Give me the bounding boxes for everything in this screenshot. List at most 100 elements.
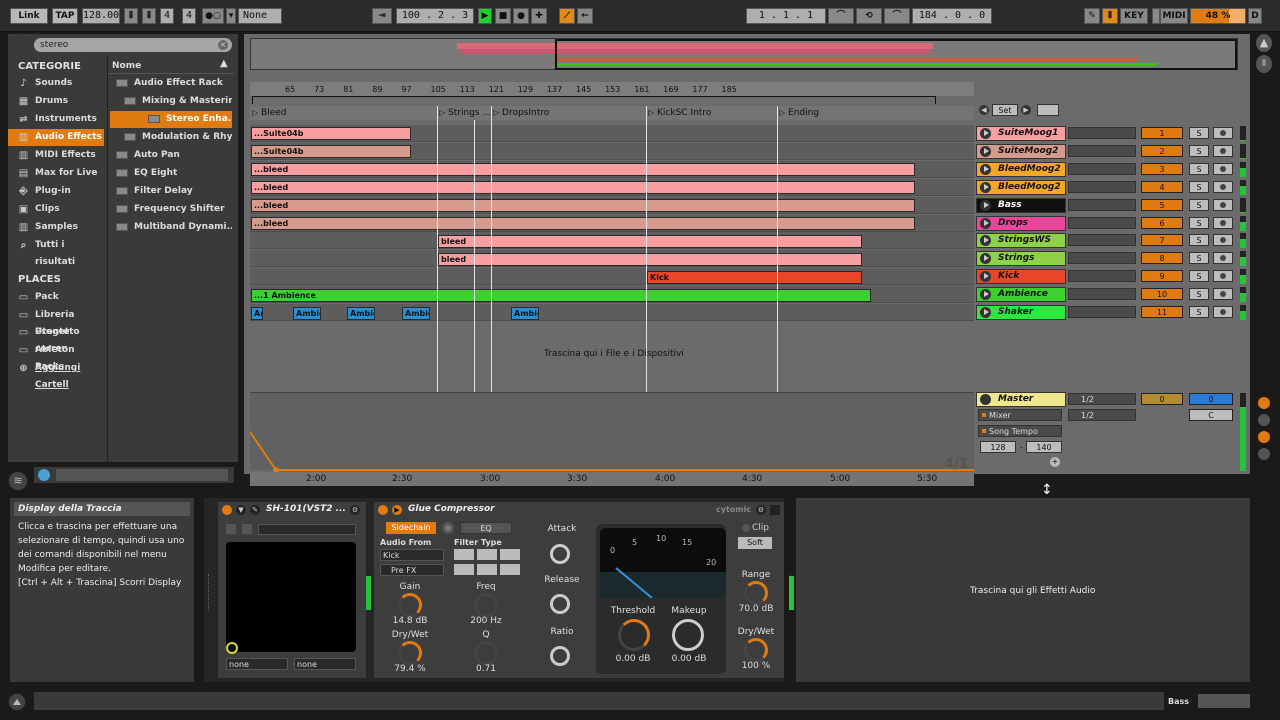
master-pan-center[interactable]: C <box>1189 409 1233 421</box>
midi-map-button[interactable]: MIDI <box>1160 8 1188 24</box>
master-output-select[interactable]: 1/2 <box>1068 409 1136 421</box>
file-item[interactable]: Multiband Dynami... <box>110 219 232 236</box>
solo-button[interactable]: S <box>1189 270 1209 283</box>
arm-button[interactable] <box>1213 162 1233 175</box>
clip[interactable]: bleed <box>438 235 862 248</box>
signature-denominator[interactable]: 4 <box>182 8 196 24</box>
overview-strip[interactable] <box>250 38 1238 70</box>
clear-search-icon[interactable]: × <box>218 40 228 50</box>
hot-swap-icon[interactable]: ⚙ <box>756 505 766 515</box>
category-item[interactable]: ⌕ Tutti i risultati <box>8 237 104 267</box>
tempo-field[interactable]: 128.00 <box>82 8 120 24</box>
track-header[interactable]: Ambience <box>976 287 1066 303</box>
range-knob[interactable] <box>744 581 768 605</box>
track-play-icon[interactable] <box>980 271 991 283</box>
track-activator[interactable]: 8 <box>1141 252 1183 265</box>
zoom-icon[interactable]: ⦀ <box>1256 55 1272 73</box>
master-fold-icon[interactable] <box>980 394 991 405</box>
locator-marker[interactable]: ▷ KickSC Intro <box>648 108 711 118</box>
solo-button[interactable]: S <box>1189 127 1209 139</box>
place-item[interactable]: ⊕ Aggiungi Cartell <box>8 360 104 390</box>
locator-marker[interactable]: ▷ Bleed <box>252 108 287 118</box>
sidechain-tab[interactable]: Sidechain <box>386 522 436 534</box>
solo-button[interactable]: S <box>1189 198 1209 211</box>
clip[interactable]: bleed <box>438 253 862 266</box>
soft-clip-button[interactable]: Soft <box>738 537 772 549</box>
track-activator[interactable]: 6 <box>1141 216 1183 229</box>
tap-button[interactable]: TAP <box>52 8 78 24</box>
record-icon[interactable]: ● <box>513 8 529 24</box>
drywet-knob[interactable] <box>398 641 422 665</box>
quantize-select[interactable]: None <box>238 8 282 24</box>
save-preset-icon[interactable] <box>770 505 780 515</box>
clip[interactable]: ...bleed <box>251 199 915 212</box>
category-item[interactable]: ▥ MIDI Effects <box>8 147 104 164</box>
loop-brace[interactable] <box>252 96 936 104</box>
track-input-select[interactable] <box>1068 198 1136 211</box>
track-input-select[interactable] <box>1068 216 1136 229</box>
fold-icon[interactable]: ▼ <box>236 505 246 515</box>
signature-numerator[interactable]: 4 <box>160 8 174 24</box>
song-tempo-select[interactable]: Song Tempo <box>978 425 1062 437</box>
track-input-select[interactable] <box>1068 252 1136 265</box>
category-item[interactable]: ⎆ Plug-in <box>8 183 104 200</box>
highshelf-filter-icon[interactable] <box>500 564 520 575</box>
track-input-select[interactable] <box>1068 288 1136 301</box>
prev-locator-icon[interactable]: ◀ <box>979 105 989 115</box>
solo-button[interactable]: S <box>1189 144 1209 157</box>
track-play-icon[interactable] <box>980 235 991 247</box>
place-item[interactable]: ▭ Ableton Packs <box>8 342 104 372</box>
solo-button[interactable]: S <box>1189 216 1209 229</box>
q-knob[interactable] <box>474 641 498 665</box>
name-column-header[interactable]: Nome ▲ <box>108 56 234 74</box>
place-item[interactable]: ▭ Libreria Utente <box>8 307 104 337</box>
xy-pad[interactable] <box>226 542 356 652</box>
clip-toggle-icon[interactable] <box>742 524 750 532</box>
gain-knob[interactable] <box>398 593 422 617</box>
clip[interactable]: Ambie <box>293 307 321 320</box>
track-activator[interactable]: 2 <box>1141 144 1183 157</box>
xy-x-select[interactable]: none <box>226 658 288 670</box>
preset-field[interactable] <box>258 524 356 535</box>
track-activator[interactable]: 9 <box>1141 270 1183 283</box>
ratio-knob[interactable] <box>550 646 570 666</box>
headphones-icon[interactable]: ◎ <box>442 522 454 534</box>
search-input[interactable]: stereo <box>34 38 232 52</box>
fold-icon[interactable]: ▶ <box>392 505 402 515</box>
add-lane-icon[interactable]: + <box>1050 457 1060 467</box>
threshold-knob[interactable] <box>618 619 650 651</box>
clip[interactable]: Ambie <box>511 307 539 320</box>
save-preset-icon[interactable] <box>242 524 252 534</box>
track-input-select[interactable] <box>1068 127 1136 139</box>
track-input-select[interactable] <box>1068 234 1136 247</box>
locator-marker[interactable]: ▷ DropsIntro <box>493 108 549 118</box>
file-item[interactable]: Modulation & Rhyth... <box>110 129 232 146</box>
category-item[interactable]: ▤ Max for Live <box>8 165 104 182</box>
clip[interactable]: ...bleed <box>251 217 915 230</box>
locator-marker[interactable]: ▷ Strings ... <box>439 108 491 118</box>
wrench-icon[interactable]: ✎ <box>250 505 260 515</box>
io-toggle-icon[interactable]: ≋ <box>8 471 28 491</box>
prefx-select[interactable]: Pre FX <box>380 564 444 576</box>
punch-in-icon[interactable]: ⌒ <box>828 8 854 24</box>
tempo-max-field[interactable]: 140 <box>1026 441 1062 453</box>
file-item[interactable]: Filter Delay <box>110 183 232 200</box>
place-item[interactable]: ▭ Progetto corren <box>8 324 104 354</box>
arm-button[interactable] <box>1213 252 1233 265</box>
track-activator[interactable]: 4 <box>1141 180 1183 193</box>
chevron-down-icon[interactable]: ▾ <box>226 8 236 24</box>
eq-tab[interactable]: EQ <box>460 522 512 534</box>
set-locator-button[interactable]: Set <box>992 104 1018 116</box>
device-menu-icon[interactable]: ⚙ <box>350 505 360 515</box>
mixer-icon[interactable] <box>1258 448 1270 460</box>
xy-y-select[interactable]: none <box>294 658 356 670</box>
clip[interactable]: ...bleed <box>251 181 915 194</box>
track-input-select[interactable] <box>1068 180 1136 193</box>
link-button[interactable]: Link <box>10 8 48 24</box>
next-locator-icon[interactable]: ▶ <box>1021 105 1031 115</box>
track-input-select[interactable] <box>1068 162 1136 175</box>
file-item[interactable]: Auto Pan <box>110 147 232 164</box>
category-item[interactable]: ♪ Sounds <box>8 75 104 92</box>
device-power-icon[interactable] <box>378 505 388 515</box>
detail-toggle-icon[interactable] <box>8 693 26 711</box>
